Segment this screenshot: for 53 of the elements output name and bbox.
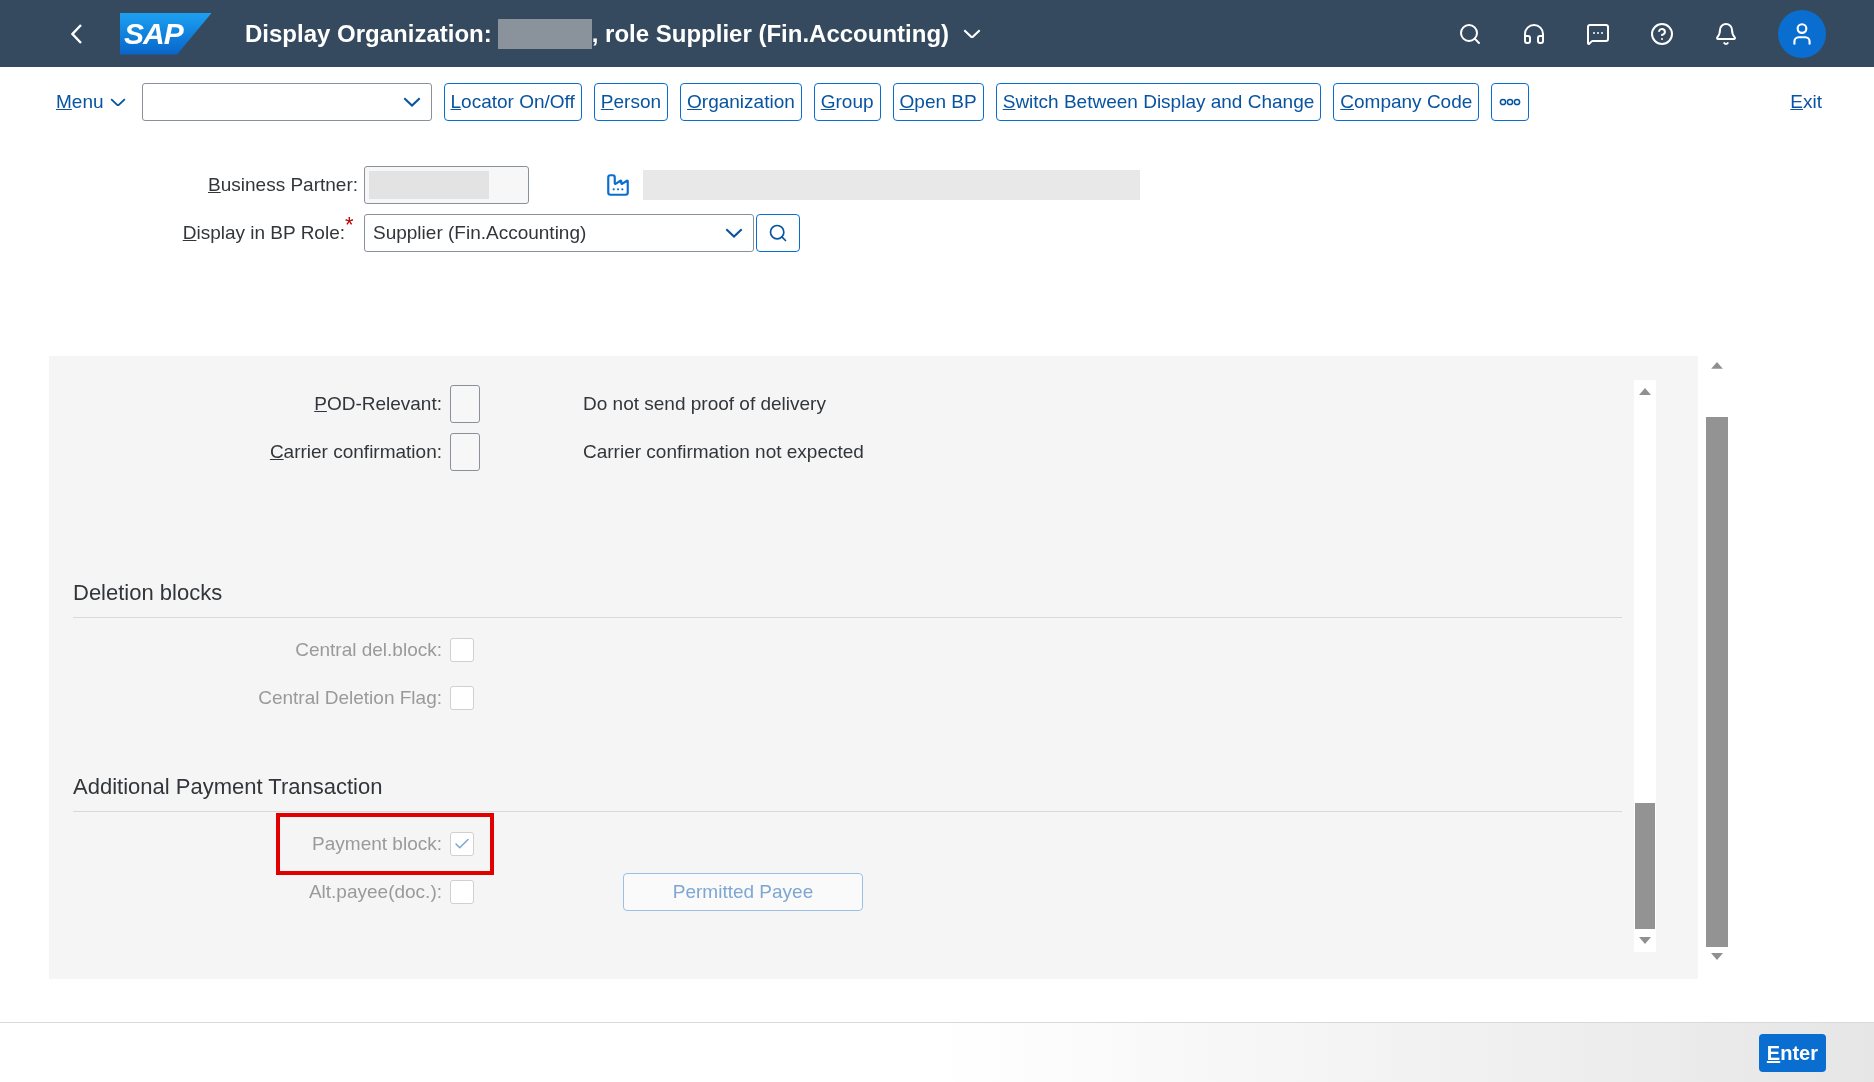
window-title: , role Supplier (Fin.Accounting) [591,18,950,49]
required-mark: * [345,214,355,236]
scroll-down-icon[interactable] [1639,937,1651,944]
chevron-left-icon [70,23,82,44]
section-title: Deletion blocks [73,580,223,605]
flag-field[interactable] [450,433,480,471]
scroll-up-icon[interactable] [1711,362,1723,369]
section-title: Additional Payment Transaction [73,774,383,799]
window-title: Display Organization: [245,18,492,49]
user-avatar[interactable] [1778,9,1826,58]
role-dropdown[interactable]: Supplier (Fin.Accounting) [364,214,754,252]
field-label: Central Deletion Flag: [257,685,442,710]
logo: SAP [120,12,212,55]
overflow-icon [1499,98,1522,106]
scroll-down-icon[interactable] [1711,953,1723,960]
chevron-down-icon [725,228,743,238]
search-button[interactable] [756,214,800,252]
toolbar-button[interactable]: Switch Between Display and Change [995,83,1322,121]
menu-button[interactable]: Menu [56,87,126,117]
scroll-up-icon[interactable] [1639,388,1651,395]
toolbar-button[interactable]: Group [813,83,881,121]
field-label: Central del.block: [294,637,442,662]
field-description: Do not send proof of delivery [583,391,826,416]
help-icon[interactable] [1650,21,1674,46]
chat-icon[interactable] [1586,21,1610,46]
chevron-down-icon [402,97,421,107]
command-field[interactable] [141,83,432,121]
chevron-down-icon [963,28,982,39]
field-label: Business Partner: [207,172,358,197]
business-partner-field[interactable] [364,166,529,204]
search-icon[interactable] [1458,21,1482,46]
exit-button[interactable]: Exit [1790,87,1822,117]
toolbar-button[interactable]: Organization [680,83,802,121]
field-label: Display in BP Role: [181,220,345,245]
more-button[interactable] [1491,83,1530,121]
toolbar-button[interactable]: Company Code [1333,83,1480,121]
chevron-down-icon [109,97,126,107]
headset-icon[interactable] [1522,21,1546,46]
toolbar-button[interactable]: Person [593,83,669,121]
field-label: Payment block: [311,831,442,856]
field-label: Alt.payee(doc.): [307,879,442,904]
scrollbar[interactable] [1634,380,1656,952]
factory-icon[interactable] [605,172,631,198]
enter-button[interactable]: Enter [1758,1033,1826,1072]
notification-icon[interactable] [1714,21,1738,46]
search-icon [768,223,788,243]
field-description: Carrier confirmation not expected [583,439,864,464]
field-label: POD-Relevant: [313,391,442,416]
field-label: Carrier confirmation: [268,439,442,464]
scrollbar-thumb[interactable] [1635,803,1655,929]
toolbar-button[interactable]: Locator On/Off [443,83,582,121]
toolbar-button[interactable]: Open BP [892,83,984,121]
flag-field[interactable] [450,385,480,423]
